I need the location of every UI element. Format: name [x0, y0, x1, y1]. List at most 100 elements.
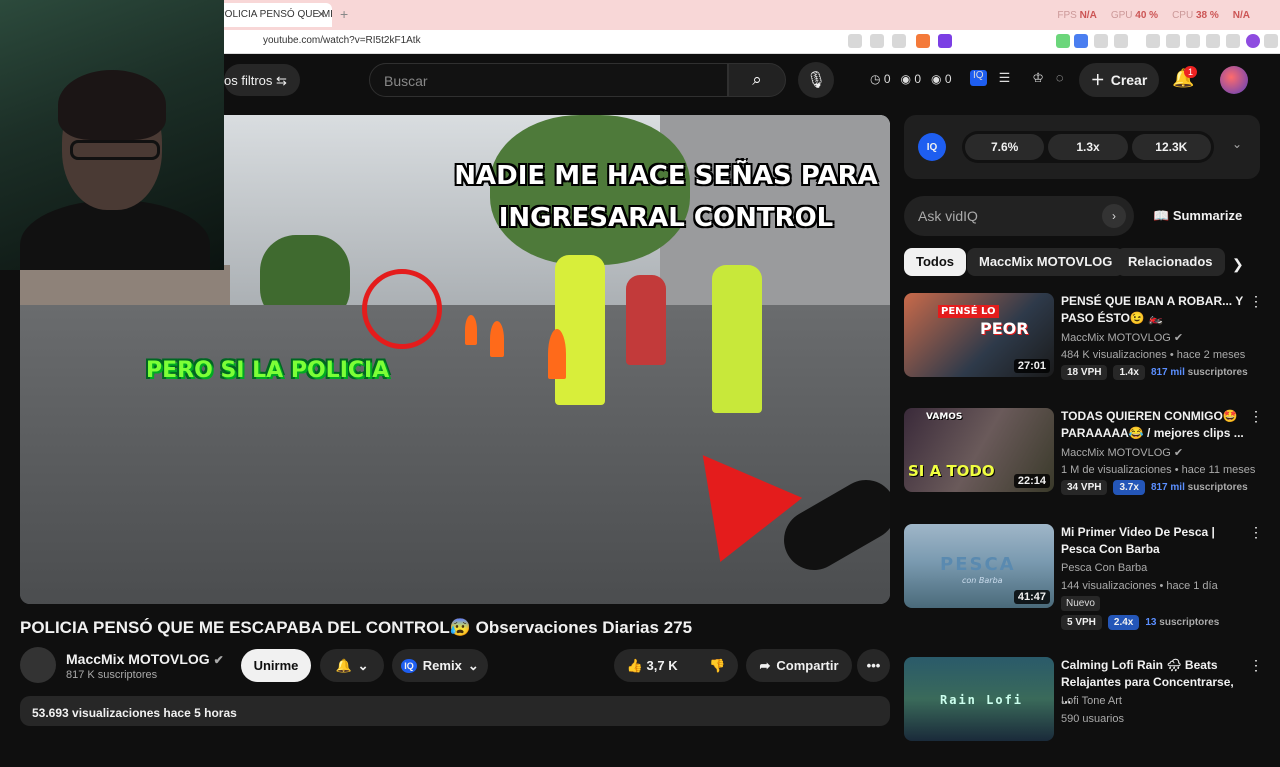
close-tab-icon[interactable]: ✕: [317, 8, 326, 21]
video-officer-2: [712, 265, 762, 413]
duration-badge: 41:47: [1013, 590, 1050, 604]
share-button[interactable]: ➦ Compartir: [746, 649, 852, 682]
translate-icon[interactable]: [1074, 34, 1088, 48]
rec-channel: Pesca Con Barba: [1061, 562, 1148, 574]
chevron-down-icon: ⌄: [357, 657, 369, 673]
video-thumbnail[interactable]: VAMOS SI A TODO 22:14: [904, 408, 1054, 492]
vidiq-metric-1[interactable]: 7.6%: [965, 134, 1045, 160]
rewards-icon[interactable]: [938, 34, 952, 48]
remix-button[interactable]: IQ Remix ⌄: [392, 649, 488, 682]
menu-icon[interactable]: [1264, 34, 1278, 48]
chip-todos[interactable]: Todos: [904, 248, 967, 276]
performance-overlay: FPS N/A GPU 40 % CPU 38 % N/A: [1057, 10, 1250, 21]
install-icon[interactable]: [848, 34, 862, 48]
sidebar-icon[interactable]: [1166, 34, 1180, 48]
rec-meta: 1 M de visualizaciones • hace 11 meses: [1061, 464, 1256, 476]
notification-toggle-button[interactable]: 🔔 ⌄: [320, 649, 384, 682]
chevron-down-icon: ⌄: [467, 657, 479, 673]
ask-vidiq-input[interactable]: Ask vidIQ ›: [904, 196, 1134, 236]
rec-channel: MaccMix MOTOVLOG ✔: [1061, 447, 1184, 459]
create-button[interactable]: ＋ Crear: [1079, 63, 1159, 97]
url-text[interactable]: youtube.com/watch?v=RI5t2kF1Atk: [263, 35, 421, 46]
verified-icon: ✔: [213, 653, 224, 667]
join-button[interactable]: Unirme: [241, 649, 311, 682]
zoom-icon[interactable]: [870, 34, 884, 48]
chip-related[interactable]: Relacionados: [1116, 248, 1225, 276]
brave-icon[interactable]: [916, 34, 930, 48]
description-box[interactable]: 53.693 visualizaciones hace 5 horas: [20, 696, 890, 726]
puzzle-icon[interactable]: [1094, 34, 1108, 48]
user-avatar[interactable]: [1220, 66, 1248, 94]
channel-name[interactable]: MaccMix MOTOVLOG ✔: [66, 651, 224, 667]
more-actions-button[interactable]: •••: [857, 649, 890, 682]
video-motorcycle: [626, 275, 666, 365]
chat-icon[interactable]: ◌: [1056, 70, 1064, 86]
channel-avatar[interactable]: [20, 647, 56, 683]
video-thumbnail[interactable]: Rain Lofi: [904, 657, 1054, 741]
video-caption-top: NADIE ME HACE SEÑAS PARA INGRESARAL CONT…: [454, 161, 878, 233]
more-options-icon[interactable]: ⋮: [1249, 657, 1263, 674]
vidiq-logo: IQ: [918, 133, 946, 161]
chevron-right-icon[interactable]: ›: [1102, 204, 1126, 228]
search-button[interactable]: ⌕: [728, 63, 786, 97]
vidiq-header-icons: IQ ☰ ♔ ◌: [970, 70, 1064, 86]
vidiq-metric-3[interactable]: 12.3K: [1131, 134, 1211, 160]
extension-icon[interactable]: [1056, 34, 1070, 48]
recommendation-item[interactable]: Rain Lofi Calming Lofi Rain 🌧 Beats Rela…: [904, 657, 1274, 767]
duration-badge: 22:14: [1013, 474, 1050, 488]
vidiq-remix-icon: IQ: [401, 658, 417, 673]
video-cone: [548, 329, 566, 379]
more-icon: •••: [866, 658, 881, 673]
video-thumbnail[interactable]: PENSÉ LO PEOR 27:01: [904, 293, 1054, 377]
chevron-down-icon[interactable]: ⌄: [1232, 137, 1242, 151]
rec-channel: Lofi Tone Art: [1061, 695, 1122, 707]
recommendation-item[interactable]: PESCA con Barba 41:47 Mi Primer Video De…: [904, 524, 1274, 634]
more-options-icon[interactable]: ⋮: [1249, 293, 1263, 310]
filters-button[interactable]: os filtros ⇆: [224, 64, 300, 96]
vidiq-metric-2[interactable]: 1.3x: [1048, 134, 1128, 160]
voice-search-button[interactable]: 🎙: [798, 62, 834, 98]
profile-icon[interactable]: [1246, 34, 1260, 48]
summarize-button[interactable]: 📖 Summarize: [1153, 208, 1242, 224]
vidiq-panel: IQ 7.6% 1.3x 12.3K ⌄: [904, 115, 1260, 179]
rec-channel: MaccMix MOTOVLOG ✔: [1061, 332, 1184, 344]
video-cone-3: [465, 315, 477, 345]
verified-icon: ✔: [1173, 447, 1184, 459]
mic-icon: 🎙: [805, 72, 827, 89]
vidiq-icon[interactable]: IQ: [970, 70, 987, 86]
rec-title: Mi Primer Video De Pesca | Pesca Con Bar…: [1061, 525, 1215, 556]
rec-meta: 590 usuarios: [1061, 713, 1124, 725]
trophy-icon[interactable]: ♔: [1032, 70, 1044, 86]
thumbs-down-icon: 👎: [709, 657, 726, 673]
search-input[interactable]: Buscar: [369, 63, 728, 97]
video-thumbnail[interactable]: PESCA con Barba 41:47: [904, 524, 1054, 608]
header-stats: ◷ 0 ◉ 0 ◉ 0: [870, 72, 952, 86]
thumbs-up-icon: 👍: [626, 657, 643, 673]
list-icon[interactable]: ☰: [999, 70, 1011, 86]
duration-badge: 27:01: [1013, 359, 1050, 373]
new-tab-icon[interactable]: +: [340, 6, 348, 22]
eye-stat: ◉ 0: [900, 72, 922, 86]
more-options-icon[interactable]: ⋮: [1249, 408, 1263, 425]
webcam-overlay: [0, 0, 224, 270]
vpn-icon[interactable]: [1226, 34, 1240, 48]
recommendation-item[interactable]: PENSÉ LO PEOR 27:01 PENSÉ QUE IBAN A ROB…: [904, 293, 1274, 403]
recommendation-item[interactable]: VAMOS SI A TODO 22:14 TODAS QUIEREN CONM…: [904, 408, 1274, 518]
media-icon[interactable]: [1146, 34, 1160, 48]
bell-icon: 🔔: [335, 657, 352, 673]
screenshot-icon[interactable]: [1114, 34, 1128, 48]
chip-channel[interactable]: MaccMix MOTOVLOG: [967, 248, 1125, 276]
leo-icon[interactable]: [1206, 34, 1220, 48]
rec-meta: 144 visualizaciones • hace 1 día: [1061, 580, 1218, 592]
more-options-icon[interactable]: ⋮: [1249, 524, 1263, 541]
wallet-icon[interactable]: [1186, 34, 1200, 48]
like-dislike-group: 👍 3,7 K 👎: [614, 649, 738, 682]
like-button[interactable]: 👍 3,7 K: [627, 658, 678, 674]
browser-tab[interactable]: POLICIA PENSÓ QUE ME ✕: [210, 3, 332, 27]
new-badge: Nuevo: [1061, 596, 1100, 611]
share-icon[interactable]: [892, 34, 906, 48]
dislike-button[interactable]: 👎: [709, 658, 725, 674]
video-caption-green: PERO SI LA POLICIA: [146, 358, 390, 383]
chevron-right-icon[interactable]: ❯: [1232, 256, 1244, 273]
sliders-icon: ⇆: [276, 73, 287, 88]
